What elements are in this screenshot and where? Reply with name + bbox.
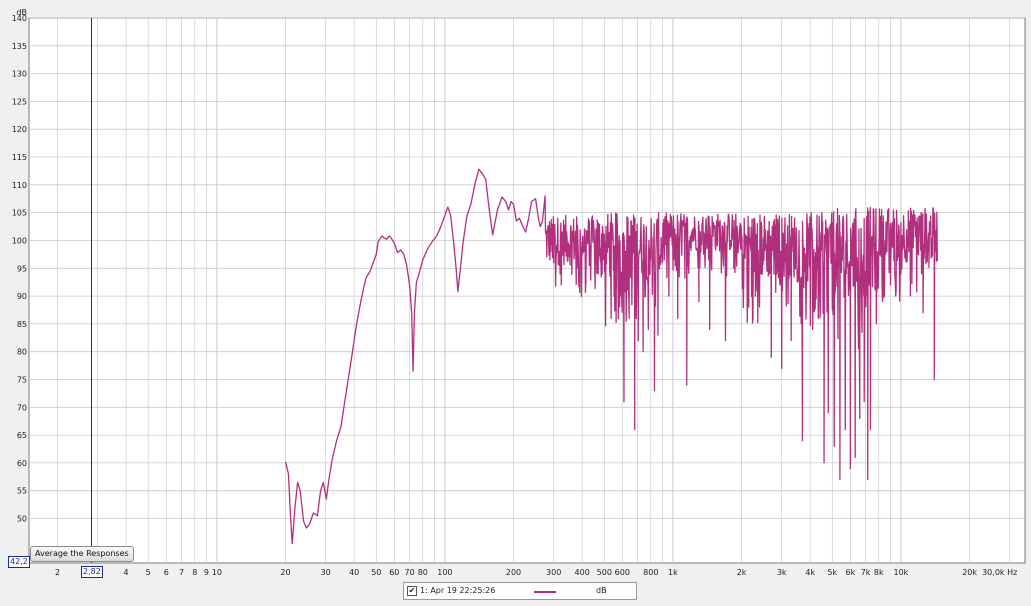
x-tick-label: 10k (893, 568, 908, 577)
y-tick-label: 85 (17, 320, 27, 329)
x-tick-label: 70 (405, 568, 415, 577)
y-tick-label: 65 (17, 431, 27, 440)
x-tick-label: 300 (546, 568, 561, 577)
legend-line-swatch (534, 591, 556, 593)
x-tick-label: 3k (777, 568, 787, 577)
x-tick-label: 400 (575, 568, 590, 577)
y-tick-label: 115 (12, 153, 27, 162)
x-tick-label: 2 (55, 568, 60, 577)
x-tick-label: 500 (597, 568, 612, 577)
x-tick-label: 5 (146, 568, 151, 577)
frequency-response-chart: 5055606570758085909510010511011512012513… (12, 8, 1026, 577)
y-tick-label: 90 (17, 292, 27, 301)
legend[interactable]: ✔ 1: Apr 19 22:25:26 dB (403, 582, 637, 600)
x-tick-label: 10 (212, 568, 222, 577)
x-tick-label: 50 (371, 568, 381, 577)
y-tick-label: 60 (17, 459, 27, 468)
x-tick-label: 20 (280, 568, 290, 577)
y-tick-label: 130 (12, 70, 27, 79)
y-tick-label: 135 (12, 42, 27, 51)
x-tick-label: 80 (418, 568, 428, 577)
y-tick-label: 75 (17, 376, 27, 385)
y-axis-label: dB (16, 8, 27, 17)
y-tick-label: 105 (12, 209, 27, 218)
y-tick-label: 125 (12, 97, 27, 106)
x-tick-label: 6 (164, 568, 169, 577)
x-tick-label: 30,0k Hz (982, 568, 1017, 577)
x-tick-label: 600 (615, 568, 630, 577)
x-tick-label: 200 (506, 568, 521, 577)
x-tick-label: 8 (192, 568, 197, 577)
y-tick-label: 120 (12, 125, 27, 134)
x-tick-label: 5k (827, 568, 837, 577)
x-tick-label: 4 (124, 568, 129, 577)
y-tick-label: 110 (12, 181, 27, 190)
y-tick-label: 100 (12, 236, 27, 245)
cursor-x-readout: 2,82 (81, 566, 103, 578)
x-tick-label: 9 (204, 568, 209, 577)
legend-unit: dB (596, 586, 607, 595)
x-tick-label: 40 (349, 568, 359, 577)
x-tick-label: 800 (643, 568, 658, 577)
legend-checkbox[interactable]: ✔ (407, 586, 417, 596)
x-tick-label: 2k (737, 568, 747, 577)
x-tick-label: 8k (874, 568, 884, 577)
y-tick-label: 95 (17, 264, 27, 273)
x-tick-label: 7 (179, 568, 184, 577)
y-tick-label: 50 (17, 515, 27, 524)
x-tick-label: 100 (437, 568, 452, 577)
x-tick-label: 30 (321, 568, 331, 577)
y-tick-label: 80 (17, 348, 27, 357)
x-tick-label: 20k (962, 568, 977, 577)
x-tick-label: 4k (805, 568, 815, 577)
x-tick-label: 60 (389, 568, 399, 577)
y-tick-label: 70 (17, 403, 27, 412)
average-responses-button[interactable]: Average the Responses (30, 546, 134, 562)
x-tick-label: 7k (861, 568, 871, 577)
legend-label: 1: Apr 19 22:25:26 (420, 586, 496, 595)
cursor-y-readout: 42,2 (8, 556, 30, 568)
x-tick-label: 1k (668, 568, 678, 577)
y-tick-label: 55 (17, 487, 27, 496)
x-tick-label: 6k (846, 568, 856, 577)
